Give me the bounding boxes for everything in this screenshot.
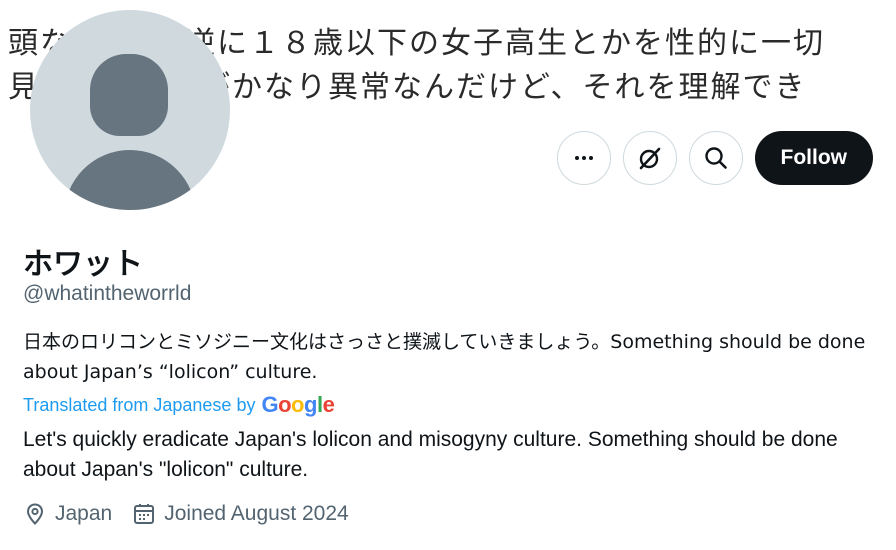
grok-icon <box>639 147 660 170</box>
profile-meta: Japan Joined August 2024 <box>23 502 349 526</box>
profile-action-bar: Follow <box>556 131 873 185</box>
google-logo: Google <box>261 392 335 417</box>
grok-button[interactable] <box>622 131 677 185</box>
display-name: ホワット <box>23 247 143 282</box>
translated-from-text: Translated from Japanese by <box>23 394 256 415</box>
profile-bio: 日本のロリコンとミソジニー文化はさっさと撲滅していきましょう。Something… <box>23 331 866 383</box>
location-pin-icon <box>26 503 44 525</box>
bio-translation: Let's quickly eradicate Japan's lolicon … <box>23 428 838 481</box>
calendar-icon <box>134 504 155 524</box>
location-text: Japan <box>55 502 113 525</box>
translated-from-label[interactable]: Translated from Japanese by Google <box>23 392 335 418</box>
joined-item: Joined August 2024 <box>132 502 349 526</box>
joined-date-text: Joined August 2024 <box>164 502 349 525</box>
avatar-head <box>90 54 168 136</box>
location-item: Japan <box>23 502 112 526</box>
follow-button[interactable]: Follow <box>754 131 873 185</box>
search-icon <box>704 147 727 169</box>
avatar-body <box>64 150 196 210</box>
avatar[interactable] <box>30 10 230 210</box>
more-button[interactable] <box>556 131 611 185</box>
user-handle: @whatintheworrld <box>23 282 192 305</box>
search-button[interactable] <box>688 131 743 185</box>
more-horizontal-icon <box>574 156 593 160</box>
